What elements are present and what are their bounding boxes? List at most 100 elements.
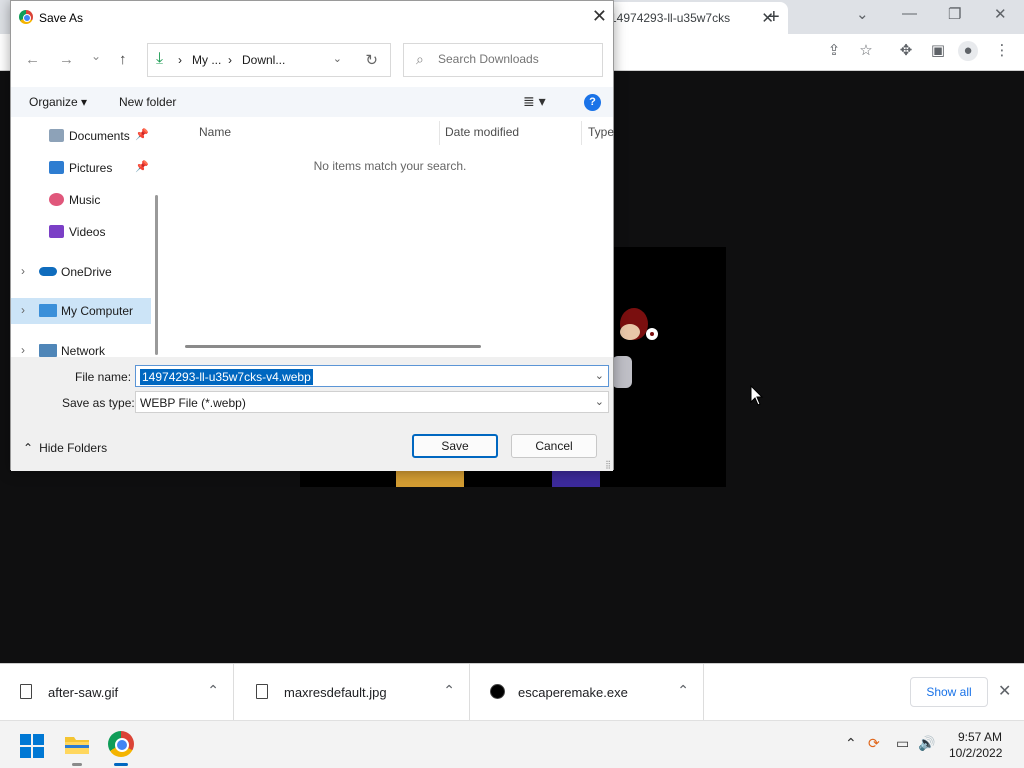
file-explorer-icon[interactable] — [64, 732, 90, 756]
command-bar: Organize ▾ New folder ≣ ▾ ? — [11, 87, 613, 117]
chrome-logo-icon — [19, 10, 33, 24]
download-item[interactable]: maxresdefault.jpg ⌃ — [236, 664, 470, 721]
resize-grip-icon[interactable]: ⣿ — [605, 460, 611, 469]
nav-item-documents[interactable]: Documents 📌 — [11, 123, 151, 149]
nav-item-music[interactable]: Music — [11, 187, 151, 213]
address-bar[interactable]: ⤓ › My ... › Downl... ⌄ ↻ — [147, 43, 391, 77]
save-as-type-value: WEBP File (*.webp) — [140, 396, 246, 410]
file-list: Name Date modified Type No items match y… — [165, 117, 615, 355]
volume-icon[interactable]: 🔊 — [918, 735, 935, 752]
file-icon — [20, 684, 32, 699]
bookmark-star-icon[interactable]: ☆ — [856, 41, 876, 61]
clock-time[interactable]: 9:57 AM — [958, 730, 1002, 744]
taskbar-active-indicator — [114, 763, 128, 766]
downloads-bar-close-icon[interactable]: ✕ — [998, 681, 1011, 701]
address-dropdown-icon[interactable]: ⌄ — [333, 52, 342, 65]
share-icon[interactable]: ⇪ — [824, 41, 844, 61]
view-options-icon[interactable]: ≣ ▾ — [523, 93, 546, 110]
network-icon — [39, 344, 57, 357]
nav-item-label: Network — [61, 344, 106, 358]
tab-title: 14974293-ll-u35w7cks — [610, 11, 731, 25]
window-close-button[interactable]: ✕ — [994, 5, 1007, 23]
profile-avatar-icon[interactable]: ● — [958, 41, 978, 61]
organize-menu[interactable]: Organize ▾ — [29, 95, 87, 109]
nav-item-label: Videos — [69, 225, 106, 239]
column-header-type[interactable]: Type — [588, 125, 614, 139]
browser-tab[interactable]: 14974293-ll-u35w7cks ✕ — [600, 2, 788, 34]
character-sprite-head — [620, 308, 658, 340]
nav-item-label: Music — [69, 193, 101, 207]
videos-icon — [49, 225, 64, 238]
save-as-type-dropdown-icon[interactable]: ⌄ — [595, 395, 604, 408]
column-divider[interactable] — [581, 121, 582, 145]
character-sprite-body — [612, 356, 632, 388]
documents-icon — [49, 129, 64, 142]
tray-overflow-chevron-icon[interactable]: ⌃ — [845, 735, 857, 752]
new-tab-button[interactable]: + — [768, 6, 780, 29]
dialog-title-bar: Save As ✕ — [11, 1, 613, 35]
refresh-icon[interactable]: ↻ — [365, 51, 378, 69]
download-item[interactable]: escaperemake.exe ⌃ — [470, 664, 704, 721]
onedrive-cloud-icon — [39, 267, 57, 276]
search-box[interactable]: ⌕ — [403, 43, 603, 77]
horizontal-scrollbar[interactable] — [185, 345, 481, 348]
show-all-button[interactable]: Show all — [910, 677, 988, 707]
taskbar-app-indicator — [72, 763, 82, 766]
dialog-close-button[interactable]: ✕ — [592, 6, 607, 27]
help-icon[interactable]: ? — [584, 94, 601, 111]
download-file-name: after-saw.gif — [48, 685, 119, 700]
breadcrumb-downloads[interactable]: Downl... — [242, 53, 285, 67]
search-input[interactable] — [438, 52, 588, 66]
chrome-taskbar-icon[interactable] — [108, 731, 134, 757]
menu-kebab-icon[interactable]: ⋮ — [992, 41, 1012, 61]
nav-item-label: Pictures — [69, 161, 113, 175]
breadcrumb-my-computer[interactable]: My ... — [192, 53, 221, 67]
save-button[interactable]: Save — [412, 434, 498, 458]
column-divider[interactable] — [439, 121, 440, 145]
file-name-dropdown-icon[interactable]: ⌄ — [595, 369, 604, 382]
download-options-chevron-icon[interactable]: ⌃ — [677, 682, 689, 699]
save-as-type-label: Save as type: — [62, 396, 135, 410]
restore-button[interactable]: ❐ — [948, 5, 961, 23]
file-icon — [256, 684, 268, 699]
nav-item-my-computer[interactable]: › My Computer — [11, 298, 151, 324]
collapse-chevron-icon: ⌃ — [23, 441, 34, 455]
download-options-chevron-icon[interactable]: ⌃ — [443, 682, 455, 699]
cancel-button[interactable]: Cancel — [511, 434, 597, 458]
nav-item-videos[interactable]: Videos — [11, 219, 151, 245]
hide-folders-button[interactable]: ⌃ Hide Folders — [23, 441, 107, 455]
extensions-puzzle-icon[interactable]: ✥ — [896, 41, 916, 61]
expand-chevron-icon[interactable]: › — [21, 303, 25, 317]
recent-locations-chevron-icon[interactable]: ⌄ — [91, 49, 101, 63]
side-panel-icon[interactable]: ▣ — [928, 41, 948, 61]
back-arrow-icon[interactable]: ← — [25, 51, 40, 68]
mouse-cursor-icon — [750, 385, 764, 406]
minimize-button[interactable]: — — [902, 5, 917, 22]
new-folder-button[interactable]: New folder — [119, 95, 176, 109]
save-fields: File name: 14974293-ll-u35w7cks-v4.webp … — [11, 357, 613, 417]
forward-arrow-icon[interactable]: → — [59, 51, 74, 68]
clock-date[interactable]: 10/2/2022 — [949, 746, 1002, 760]
nav-item-onedrive[interactable]: › OneDrive — [11, 259, 151, 285]
column-header-date-modified[interactable]: Date modified — [445, 125, 519, 139]
file-name-input[interactable]: 14974293-ll-u35w7cks-v4.webp ⌄ — [135, 365, 609, 387]
nav-item-label: Documents — [69, 129, 130, 143]
empty-results-message: No items match your search. — [313, 159, 467, 173]
download-item[interactable]: after-saw.gif ⌃ — [0, 664, 234, 721]
nav-item-pictures[interactable]: Pictures 📌 — [11, 155, 151, 181]
file-name-value: 14974293-ll-u35w7cks-v4.webp — [140, 369, 313, 385]
download-options-chevron-icon[interactable]: ⌃ — [207, 682, 219, 699]
sync-update-icon[interactable]: ⟳ — [868, 735, 880, 752]
windows-start-icon[interactable] — [20, 734, 44, 758]
column-header-name[interactable]: Name — [199, 125, 231, 139]
expand-chevron-icon[interactable]: › — [21, 264, 25, 278]
tab-search-chevron-icon[interactable]: ⌄ — [856, 5, 869, 23]
nav-pane-scrollbar[interactable] — [155, 195, 158, 355]
up-folder-arrow-icon[interactable]: ↑ — [119, 51, 127, 68]
download-file-name: maxresdefault.jpg — [284, 685, 387, 700]
computer-icon — [39, 304, 57, 317]
network-monitor-icon[interactable]: ▭ — [896, 735, 909, 752]
hide-folders-label: Hide Folders — [39, 441, 108, 455]
save-as-type-select[interactable]: WEBP File (*.webp) ⌄ — [135, 391, 609, 413]
expand-chevron-icon[interactable]: › — [21, 343, 25, 357]
